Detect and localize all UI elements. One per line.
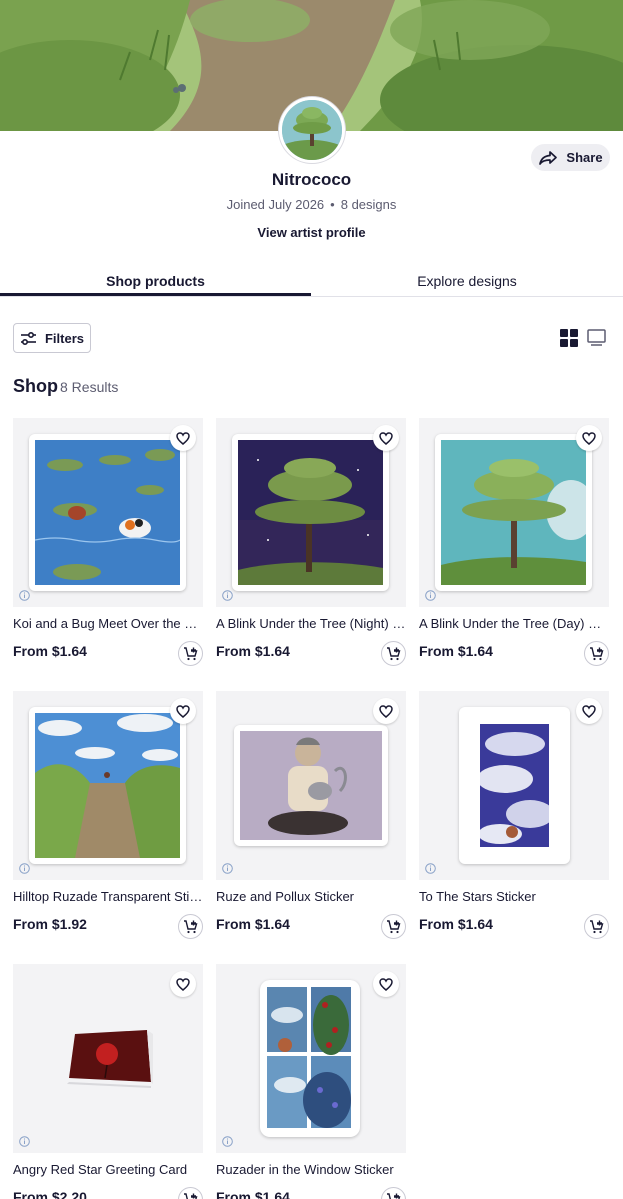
favorite-button[interactable] bbox=[170, 971, 196, 997]
product-card[interactable]: To The Stars Sticker From $1.64 bbox=[419, 691, 609, 939]
add-to-cart-button[interactable] bbox=[178, 914, 203, 939]
results-count: 8 Results bbox=[60, 379, 119, 395]
info-icon[interactable] bbox=[19, 590, 30, 601]
info-icon[interactable] bbox=[425, 863, 436, 874]
joined-date: Joined July 2026 bbox=[226, 197, 325, 212]
share-arrow-icon bbox=[539, 150, 558, 165]
artist-avatar[interactable] bbox=[279, 97, 345, 163]
add-to-cart-button[interactable] bbox=[584, 641, 609, 666]
info-icon[interactable] bbox=[222, 863, 233, 874]
product-card[interactable]: Angry Red Star Greeting Card From $2.20 bbox=[13, 964, 203, 1199]
add-to-cart-button[interactable] bbox=[178, 641, 203, 666]
grid-view-icon[interactable] bbox=[560, 329, 578, 347]
product-card[interactable]: Ruzader in the Window Sticker From $1.64 bbox=[216, 964, 406, 1199]
info-icon[interactable] bbox=[19, 863, 30, 874]
product-card[interactable]: Koi and a Bug Meet Over the Lak... From … bbox=[13, 418, 203, 666]
product-image[interactable] bbox=[13, 964, 203, 1153]
heart-icon bbox=[582, 431, 596, 445]
product-image[interactable] bbox=[216, 964, 406, 1153]
meta-separator: • bbox=[330, 197, 335, 212]
info-icon[interactable] bbox=[222, 1136, 233, 1147]
favorite-button[interactable] bbox=[373, 425, 399, 451]
product-card[interactable]: Ruze and Pollux Sticker From $1.64 bbox=[216, 691, 406, 939]
add-to-cart-icon bbox=[184, 646, 198, 660]
add-to-cart-button[interactable] bbox=[178, 1187, 203, 1199]
add-to-cart-icon bbox=[590, 646, 604, 660]
product-title[interactable]: A Blink Under the Tree (Day) Stic... bbox=[419, 616, 609, 631]
product-image[interactable] bbox=[216, 691, 406, 880]
product-price: From $1.64 bbox=[13, 643, 87, 659]
product-title[interactable]: A Blink Under the Tree (Night) Sti... bbox=[216, 616, 406, 631]
add-to-cart-button[interactable] bbox=[381, 641, 406, 666]
heart-icon bbox=[379, 431, 393, 445]
filters-button[interactable]: Filters bbox=[13, 323, 91, 353]
favorite-button[interactable] bbox=[373, 698, 399, 724]
tab-shop-products[interactable]: Shop products bbox=[0, 262, 311, 296]
heart-icon bbox=[379, 704, 393, 718]
add-to-cart-icon bbox=[387, 1192, 401, 1199]
product-title[interactable]: Hilltop Ruzade Transparent Sticker bbox=[13, 889, 203, 904]
product-image[interactable] bbox=[419, 691, 609, 880]
product-card[interactable]: A Blink Under the Tree (Night) Sti... Fr… bbox=[216, 418, 406, 666]
product-card[interactable]: Hilltop Ruzade Transparent Sticker From … bbox=[13, 691, 203, 939]
tab-explore-designs[interactable]: Explore designs bbox=[311, 262, 623, 296]
view-artist-profile-link[interactable]: View artist profile bbox=[0, 225, 623, 240]
heart-icon bbox=[176, 431, 190, 445]
product-image[interactable] bbox=[419, 418, 609, 607]
add-to-cart-icon bbox=[184, 919, 198, 933]
product-price: From $1.64 bbox=[216, 916, 290, 932]
heart-icon bbox=[176, 704, 190, 718]
favorite-button[interactable] bbox=[170, 698, 196, 724]
heart-icon bbox=[176, 977, 190, 991]
add-to-cart-button[interactable] bbox=[584, 914, 609, 939]
info-icon[interactable] bbox=[425, 590, 436, 601]
single-view-icon[interactable] bbox=[587, 329, 606, 347]
share-label: Share bbox=[566, 150, 603, 165]
favorite-button[interactable] bbox=[170, 425, 196, 451]
info-icon[interactable] bbox=[222, 590, 233, 601]
add-to-cart-icon bbox=[387, 919, 401, 933]
product-price: From $1.92 bbox=[13, 916, 87, 932]
product-price: From $1.64 bbox=[216, 643, 290, 659]
design-count: 8 designs bbox=[340, 197, 397, 212]
product-title[interactable]: Ruze and Pollux Sticker bbox=[216, 889, 406, 904]
filters-label: Filters bbox=[44, 330, 84, 346]
product-image[interactable] bbox=[13, 418, 203, 607]
product-title[interactable]: Ruzader in the Window Sticker bbox=[216, 1162, 406, 1177]
product-price: From $1.64 bbox=[216, 1189, 290, 1199]
add-to-cart-icon bbox=[387, 646, 401, 660]
artist-name: Nitrococo bbox=[271, 170, 352, 189]
heart-icon bbox=[582, 704, 596, 718]
product-title[interactable]: Koi and a Bug Meet Over the Lak... bbox=[13, 616, 203, 631]
add-to-cart-icon bbox=[184, 1192, 198, 1199]
favorite-button[interactable] bbox=[373, 971, 399, 997]
product-title[interactable]: Angry Red Star Greeting Card bbox=[13, 1162, 203, 1177]
profile-tabs: Shop products Explore designs bbox=[0, 262, 623, 297]
product-image[interactable] bbox=[13, 691, 203, 880]
filter-sliders-icon bbox=[20, 331, 36, 345]
add-to-cart-button[interactable] bbox=[381, 914, 406, 939]
favorite-button[interactable] bbox=[576, 425, 602, 451]
product-price: From $1.64 bbox=[419, 643, 493, 659]
product-image[interactable] bbox=[216, 418, 406, 607]
product-price: From $2.20 bbox=[13, 1189, 87, 1199]
share-button[interactable]: Share bbox=[531, 144, 610, 171]
favorite-button[interactable] bbox=[576, 698, 602, 724]
product-title[interactable]: To The Stars Sticker bbox=[419, 889, 609, 904]
add-to-cart-icon bbox=[590, 919, 604, 933]
heart-icon bbox=[379, 977, 393, 991]
info-icon[interactable] bbox=[19, 1136, 30, 1147]
product-price: From $1.64 bbox=[419, 916, 493, 932]
add-to-cart-button[interactable] bbox=[381, 1187, 406, 1199]
product-card[interactable]: A Blink Under the Tree (Day) Stic... Fro… bbox=[419, 418, 609, 666]
artist-meta: Joined July 2026 • 8 designs bbox=[0, 197, 623, 212]
shop-heading: Shop bbox=[13, 376, 58, 396]
